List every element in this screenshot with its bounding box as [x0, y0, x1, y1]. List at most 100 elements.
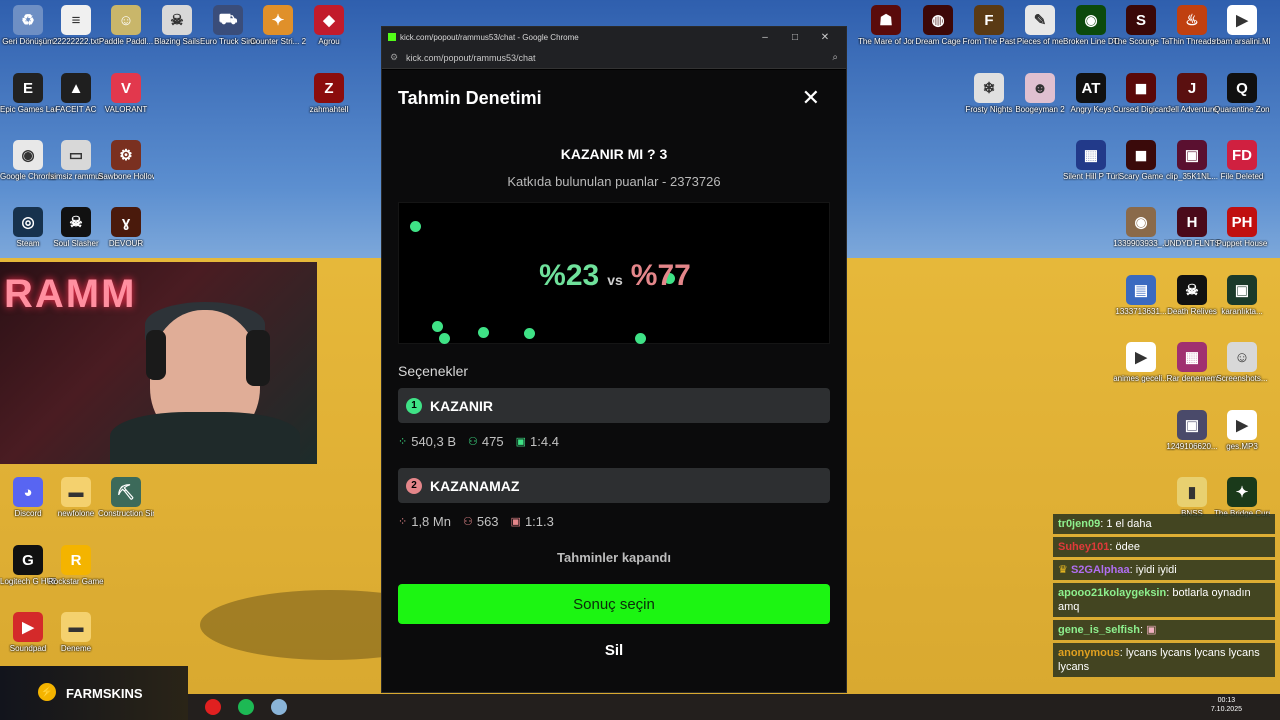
youtube-icon[interactable] — [205, 699, 221, 715]
desktop-app-icon: F — [974, 5, 1004, 35]
desktop-icon[interactable]: FD File Deleted — [1214, 140, 1270, 181]
desktop-icon-label: ges.MP3 — [1226, 442, 1258, 451]
delete-button[interactable]: Sil — [382, 642, 846, 659]
desktop-icon[interactable]: ⛏ Construction Simulator — [98, 477, 154, 518]
desktop-icon[interactable]: ▦ Silent Hill P Türkçe Ya... — [1063, 140, 1119, 181]
desktop-icon[interactable]: ≡ 22222222.txt — [48, 5, 104, 46]
farmskins-banner[interactable]: ⚡ FARMSKINS — [0, 666, 188, 720]
desktop-icon[interactable]: ◉ 1339903933_... — [1113, 207, 1169, 248]
desktop-icon[interactable]: ▬ newfolone — [48, 477, 104, 518]
percent-option-2: %77 — [630, 259, 691, 292]
desktop-icon-label: Boogeyman 2 — [1015, 105, 1065, 114]
desktop-icon[interactable]: ☗ The Mare of Jonah — [858, 5, 914, 46]
desktop-icon[interactable]: ◍ Dream Cage — [910, 5, 966, 46]
desktop-icon[interactable]: S The Scourge Tai Uong Ch... — [1113, 5, 1169, 46]
site-info-icon[interactable]: ⚙ — [390, 52, 400, 63]
option-1-row[interactable]: 1 KAZANIR — [398, 388, 830, 423]
url-text[interactable]: kick.com/popout/rammus53/chat — [406, 53, 832, 63]
desktop-icon[interactable]: ♨ Thin Threads — [1164, 5, 1220, 46]
desktop-icon[interactable]: ✦ Counter Stri... 2 — [250, 5, 306, 46]
desktop-icon[interactable]: ▤ 1333713631... — [1113, 275, 1169, 316]
desktop-icon[interactable]: ◼ Cursed Digicam 9... — [1113, 73, 1169, 114]
desktop-icon[interactable]: ☻ Boogeyman 2 — [1012, 73, 1068, 114]
desktop-icon[interactable]: ☠ Blazing Sails — [149, 5, 205, 46]
desktop-app-icon: ▣ — [1177, 410, 1207, 440]
close-icon[interactable]: ✕ — [802, 85, 820, 111]
desktop-icon[interactable]: Zzahmahtell — [301, 73, 357, 114]
desktop-icon-label: Scary Game — [1118, 172, 1164, 181]
address-bar[interactable]: ⚙ kick.com/popout/rammus53/chat ⌕ — [382, 47, 846, 69]
system-clock[interactable]: 00:13 7.10.2025 — [1211, 696, 1242, 714]
farmskins-label: FARMSKINS — [66, 685, 143, 701]
desktop-app-icon: PH — [1227, 207, 1257, 237]
desktop-icon[interactable]: ☠ Soul Slasher — [48, 207, 104, 248]
desktop-icon[interactable]: ☺ Screenshots... — [1214, 342, 1270, 383]
desktop-icon[interactable]: F From The Past — [961, 5, 1017, 46]
desktop-icon[interactable]: ▶ rbam arsalini.MP3 — [1214, 5, 1270, 46]
option-label: KAZANIR — [430, 397, 493, 414]
desktop-icon[interactable]: ◆ Agrou — [301, 5, 357, 46]
prediction-modal: Tahmin Denetimi ✕ KAZANIR MI ? 3 Katkıda… — [382, 70, 846, 692]
desktop-icon[interactable]: ▭ İsimsiz rammus... — [48, 140, 104, 181]
desktop-icon[interactable]: ☺ Paddle Paddl... — [98, 5, 154, 46]
chat-overlay: tr0jen09: 1 el daha Suhey101: ödee ♛ S2G… — [1053, 514, 1275, 680]
chat-text: iyidi iyidi — [1135, 564, 1177, 576]
desktop-icon-label: karanlıkta... — [1221, 307, 1263, 316]
desktop-icon-label: Frosty Nights — [965, 105, 1013, 114]
maximize-button[interactable]: □ — [780, 32, 810, 43]
desktop-icon[interactable]: AT Angry Keys — [1063, 73, 1119, 114]
desktop-icon[interactable]: ▣ 1249106620... — [1164, 410, 1220, 451]
desktop-icon[interactable]: ɣ DEVOUR — [98, 207, 154, 248]
desktop-icon-label: İsimsiz rammus... — [48, 172, 104, 181]
option-label: KAZANAMAZ — [430, 477, 520, 494]
desktop-icon[interactable]: Q Quarantine Zone The... — [1214, 73, 1270, 114]
desktop-app-icon: ⚙ — [111, 140, 141, 170]
spotify-icon[interactable] — [238, 699, 254, 715]
desktop-app-icon: Z — [314, 73, 344, 103]
option-2-row[interactable]: 2 KAZANAMAZ — [398, 468, 830, 503]
desktop-icon-label: Deneme — [60, 644, 92, 653]
desktop-icon[interactable]: ▦ Rar denemem — [1164, 342, 1220, 383]
desktop-icon[interactable]: J Jell Adventure — [1164, 73, 1220, 114]
desktop-icon[interactable]: ⛟ Euro Truck Simulator 2 — [200, 5, 256, 46]
select-result-button[interactable]: Sonuç seçin — [398, 584, 830, 624]
desktop-icon[interactable]: PH Puppet House — [1214, 207, 1270, 248]
headphone-left — [146, 330, 166, 380]
desktop-app-icon: ◉ — [13, 140, 43, 170]
desktop-icon-label: Construction Simulator — [98, 509, 154, 518]
desktop-icon-label: 1249106620... — [1166, 442, 1218, 451]
percent-compare: %23 vs %77 — [399, 259, 831, 293]
desktop-icon[interactable]: ▶ ges.MP3 — [1214, 410, 1270, 451]
desktop-app-icon: ▬ — [61, 477, 91, 507]
desktop-icon[interactable]: ▬ Deneme — [48, 612, 104, 653]
desktop-icon[interactable]: ◉ Broken Line DON'T W... — [1063, 5, 1119, 46]
desktop-icon[interactable]: ☠ Death Relives — [1164, 275, 1220, 316]
desktop-app-icon: ▶ — [1227, 410, 1257, 440]
predictions-closed-status: Tahminler kapandı — [557, 550, 671, 565]
desktop-icon[interactable]: ▶ animes geceli... — [1113, 342, 1169, 383]
desktop-icon[interactable]: ▣ karanlıkta... — [1214, 275, 1270, 316]
zoom-icon[interactable]: ⌕ — [832, 52, 838, 63]
desktop-icon[interactable]: ✎ Pieces of me — [1012, 5, 1068, 46]
desktop-app-icon: H — [1177, 207, 1207, 237]
desktop-icon[interactable]: H UNDYD FLNTS — [1164, 207, 1220, 248]
desktop-icon[interactable]: ▮BNSS — [1164, 477, 1220, 518]
desktop-app-icon: ▶ — [13, 612, 43, 642]
desktop-app-icon: ▦ — [1177, 342, 1207, 372]
points-icon: ⁘ — [398, 516, 408, 528]
desktop-icon[interactable]: ▣ clip_35K1NL... — [1164, 140, 1220, 181]
desktop-app-icon: ▲ — [61, 73, 91, 103]
desktop-icon[interactable]: ✦The Bridge Curse 2... — [1214, 477, 1270, 518]
minimize-button[interactable]: – — [750, 32, 780, 43]
desktop-app-icon: ◉ — [1076, 5, 1106, 35]
desktop-icon[interactable]: ▲ FACEIT AC — [48, 73, 104, 114]
option-users: 475 — [481, 434, 504, 449]
desktop-icon[interactable]: ◼ Scary Game — [1113, 140, 1169, 181]
window-close-button[interactable]: ✕ — [810, 32, 840, 43]
desktop-icon[interactable]: R Rockstar Games... — [48, 545, 104, 586]
app-taskbar-icon[interactable] — [271, 699, 287, 715]
desktop-icon[interactable]: V VALORANT — [98, 73, 154, 114]
desktop-icon[interactable]: ⚙ Sawbone Hollow... — [98, 140, 154, 181]
desktop-icon[interactable]: ❄ Frosty Nights — [961, 73, 1017, 114]
desktop-app-icon: ◼ — [1126, 73, 1156, 103]
